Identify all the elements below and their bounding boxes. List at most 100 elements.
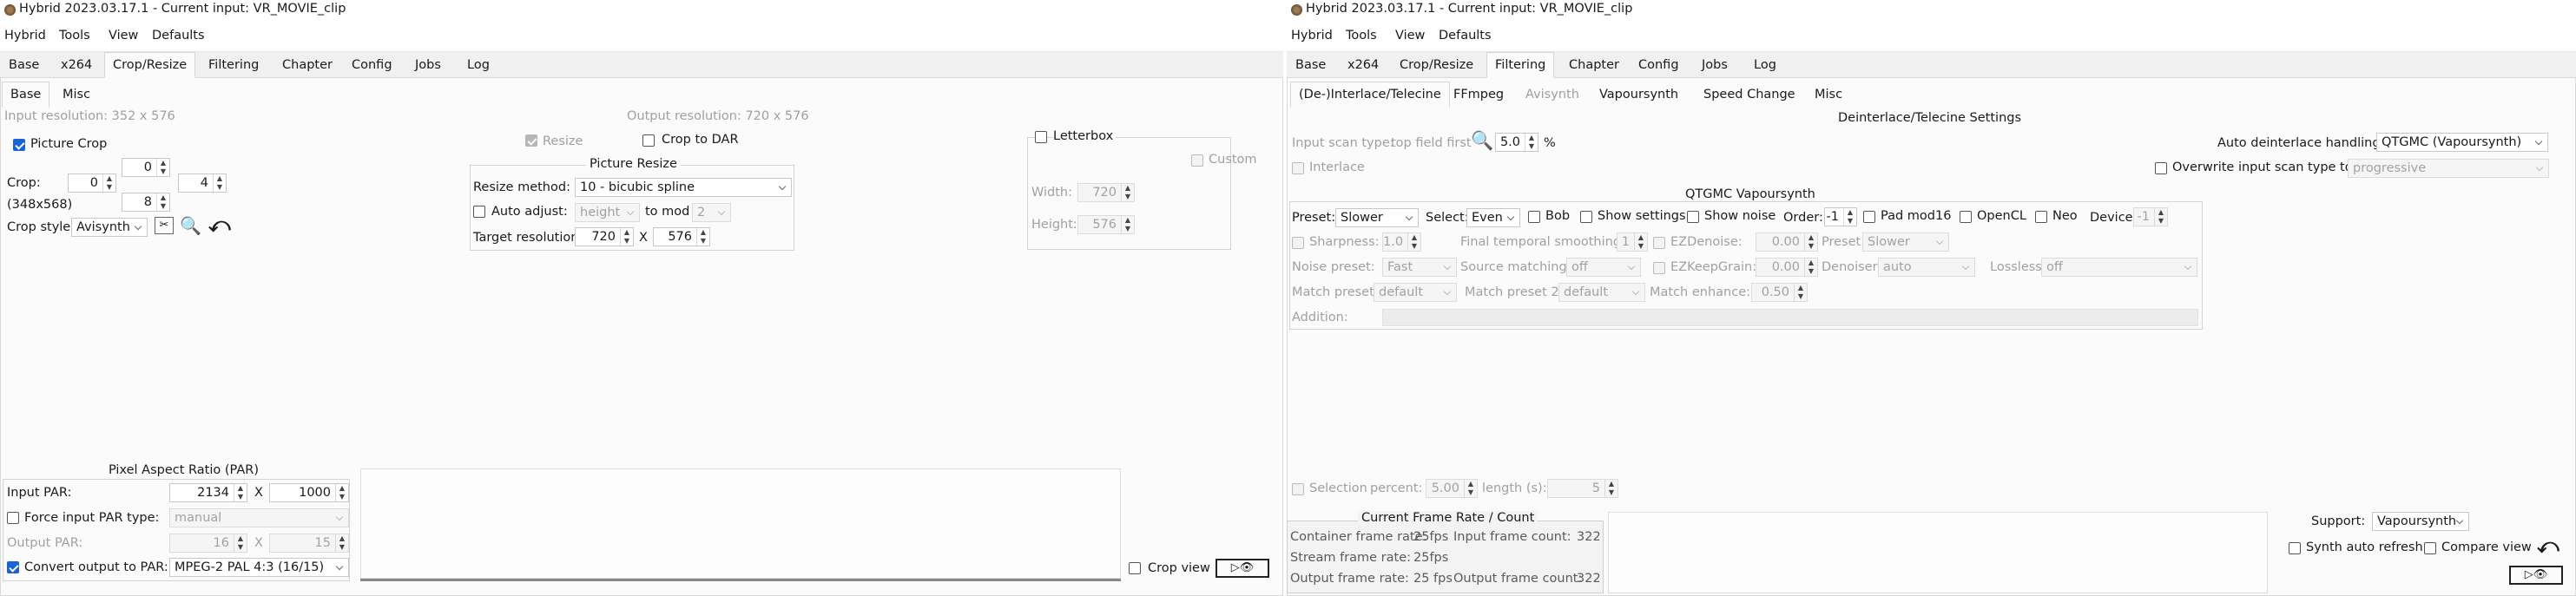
to-mod-select[interactable]: 2 xyxy=(692,203,731,222)
device-spin[interactable]: -1 ▲ ▼ xyxy=(2133,207,2168,226)
convert-par-checkbox[interactable] xyxy=(7,561,19,573)
tab-chapter[interactable]: Chapter xyxy=(1560,52,1628,78)
letterbox-checkbox[interactable] xyxy=(1035,131,1047,143)
subtab-avisynth[interactable]: Avisynth xyxy=(1517,82,1588,108)
tab-filtering[interactable]: Filtering xyxy=(1486,52,1555,78)
spin-arrows-icon[interactable]: ▲ ▼ xyxy=(1121,184,1134,201)
subtab-misc[interactable]: Misc xyxy=(1806,82,1851,108)
match-preset-select[interactable]: default xyxy=(1374,283,1457,302)
input-par-a-spin[interactable]: 2134 ▲ ▼ xyxy=(169,483,247,502)
target-width-spin[interactable]: 720 ▲ ▼ xyxy=(575,227,634,246)
pad-mod16-checkbox[interactable] xyxy=(1863,211,1875,223)
menu-tools[interactable]: Tools xyxy=(1346,29,1377,43)
preview-area[interactable] xyxy=(360,468,1121,579)
show-settings-checkbox[interactable] xyxy=(1580,211,1592,223)
ezkeepgrain-spin[interactable]: 0.00 ▲ ▼ xyxy=(1756,258,1818,277)
menu-tools[interactable]: Tools xyxy=(59,29,90,43)
tab-config[interactable]: Config xyxy=(343,52,401,78)
overwrite-scan-select[interactable]: progressive xyxy=(2348,159,2549,178)
crop-bottom-spin[interactable]: 8 ▲ ▼ xyxy=(122,193,170,212)
subtab-vapoursynth[interactable]: Vapoursynth xyxy=(1591,82,1687,108)
force-par-checkbox[interactable] xyxy=(7,512,19,524)
match-preset2-select[interactable]: default xyxy=(1558,283,1645,302)
selection-percent-spin[interactable]: 5.00 ▲ ▼ xyxy=(1426,479,1478,498)
zoom-spin[interactable]: 5.0 ▲ ▼ xyxy=(1495,133,1538,152)
opencl-checkbox[interactable] xyxy=(1960,211,1972,223)
tab-jobs[interactable]: Jobs xyxy=(1693,52,1736,78)
neo-checkbox[interactable] xyxy=(2035,211,2047,223)
spin-arrows-icon[interactable]: ▲ ▼ xyxy=(620,228,633,246)
letterbox-height-spin[interactable]: 576 ▲ ▼ xyxy=(1077,215,1135,234)
subtab-base[interactable]: Base xyxy=(2,82,50,108)
auto-adjust-select[interactable]: height xyxy=(575,203,640,222)
subtab-misc[interactable]: Misc xyxy=(54,82,99,108)
ezdenoise-spin[interactable]: 0.00 ▲ ▼ xyxy=(1756,233,1818,252)
match-enhance-spin[interactable]: 0.50 ▲ ▼ xyxy=(1751,283,1808,302)
tab-crop-resize[interactable]: Crop/Resize xyxy=(104,52,196,78)
preview-scrollbar[interactable] xyxy=(360,579,1121,581)
undo-icon[interactable]: ⤺ xyxy=(2537,534,2560,558)
spin-arrows-icon[interactable]: ▲ ▼ xyxy=(1604,480,1617,497)
auto-deinterlace-select[interactable]: QTGMC (Vapoursynth) xyxy=(2376,133,2548,152)
source-matching-select[interactable]: off xyxy=(1566,258,1641,277)
output-par-a-spin[interactable]: 16 ▲ ▼ xyxy=(169,534,247,553)
tab-x264[interactable]: x264 xyxy=(52,52,101,78)
selection-length-spin[interactable]: 5 ▲ ▼ xyxy=(1547,479,1618,498)
menu-view[interactable]: View xyxy=(1395,29,1425,43)
spin-arrows-icon[interactable]: ▲ ▼ xyxy=(156,159,169,176)
ezdenoise-checkbox[interactable] xyxy=(1653,237,1665,249)
support-select[interactable]: Vapoursynth xyxy=(2372,512,2469,531)
tab-filtering[interactable]: Filtering xyxy=(200,52,267,78)
spin-arrows-icon[interactable]: ▲ ▼ xyxy=(696,228,709,246)
crop-top-spin[interactable]: 0 ▲ ▼ xyxy=(122,158,170,177)
auto-adjust-checkbox[interactable] xyxy=(473,206,485,218)
spin-arrows-icon[interactable]: ▲ ▼ xyxy=(1407,233,1420,251)
subtab-ffmpeg[interactable]: FFmpeg xyxy=(1445,82,1512,108)
spin-arrows-icon[interactable]: ▲ ▼ xyxy=(1843,208,1856,226)
tab-config[interactable]: Config xyxy=(1630,52,1688,78)
interlace-checkbox[interactable] xyxy=(1292,162,1304,174)
tab-jobs[interactable]: Jobs xyxy=(406,52,450,78)
zoom-icon[interactable]: 🔍 xyxy=(180,215,201,236)
overwrite-scan-checkbox[interactable] xyxy=(2155,162,2167,174)
select-select[interactable]: Even xyxy=(1466,208,1520,227)
spin-arrows-icon[interactable]: ▲ ▼ xyxy=(335,484,348,501)
addition-input[interactable] xyxy=(1382,309,2198,326)
synth-auto-refresh-checkbox[interactable] xyxy=(2289,542,2301,554)
preset-select[interactable]: Slower xyxy=(1335,208,1419,227)
picture-crop-checkbox[interactable] xyxy=(13,139,25,151)
crop-view-checkbox[interactable] xyxy=(1129,562,1141,574)
menu-defaults[interactable]: Defaults xyxy=(1439,29,1492,43)
spin-arrows-icon[interactable]: ▲ ▼ xyxy=(1121,216,1134,233)
lossless-select[interactable]: off xyxy=(2041,258,2197,277)
menu-view[interactable]: View xyxy=(109,29,138,43)
force-par-select[interactable]: manual xyxy=(169,508,349,527)
order-spin[interactable]: -1 ▲ ▼ xyxy=(1824,207,1857,226)
noise-preset-select[interactable]: Fast xyxy=(1382,258,1457,277)
compare-view-checkbox[interactable] xyxy=(2424,542,2436,554)
tab-x264[interactable]: x264 xyxy=(1339,52,1387,78)
tab-crop-resize[interactable]: Crop/Resize xyxy=(1391,52,1482,78)
subtab-deinterlace[interactable]: (De-)Interlace/Telecine xyxy=(1290,82,1450,108)
spin-arrows-icon[interactable]: ▲ ▼ xyxy=(156,193,169,211)
resize-method-select[interactable]: 10 - bicubic spline xyxy=(575,178,792,197)
preview-area[interactable] xyxy=(1608,512,2268,593)
crop-style-select[interactable]: Avisynth xyxy=(71,218,148,237)
bob-checkbox[interactable] xyxy=(1528,211,1540,223)
crop-right-spin[interactable]: 4 ▲ ▼ xyxy=(178,174,227,193)
show-noise-checkbox[interactable] xyxy=(1687,211,1699,223)
sharpness-spin[interactable]: 1.0 ▲ ▼ xyxy=(1382,233,1421,252)
spin-arrows-icon[interactable]: ▲ ▼ xyxy=(1804,259,1817,276)
spin-arrows-icon[interactable]: ▲ ▼ xyxy=(1634,233,1647,251)
spin-arrows-icon[interactable]: ▲ ▼ xyxy=(1794,284,1807,301)
denoiser-select[interactable]: auto xyxy=(1878,258,1975,277)
tab-log[interactable]: Log xyxy=(458,52,498,78)
target-height-spin[interactable]: 576 ▲ ▼ xyxy=(653,227,710,246)
crop-left-spin[interactable]: 0 ▲ ▼ xyxy=(68,174,116,193)
crop-to-dar-checkbox[interactable] xyxy=(642,134,655,147)
spin-arrows-icon[interactable]: ▲ ▼ xyxy=(1464,480,1477,497)
selection-checkbox[interactable] xyxy=(1292,483,1304,495)
spin-arrows-icon[interactable]: ▲ ▼ xyxy=(234,534,247,552)
preview-eye-icon[interactable]: ▷👁 xyxy=(1216,559,1269,578)
custom-checkbox[interactable] xyxy=(1191,154,1203,167)
